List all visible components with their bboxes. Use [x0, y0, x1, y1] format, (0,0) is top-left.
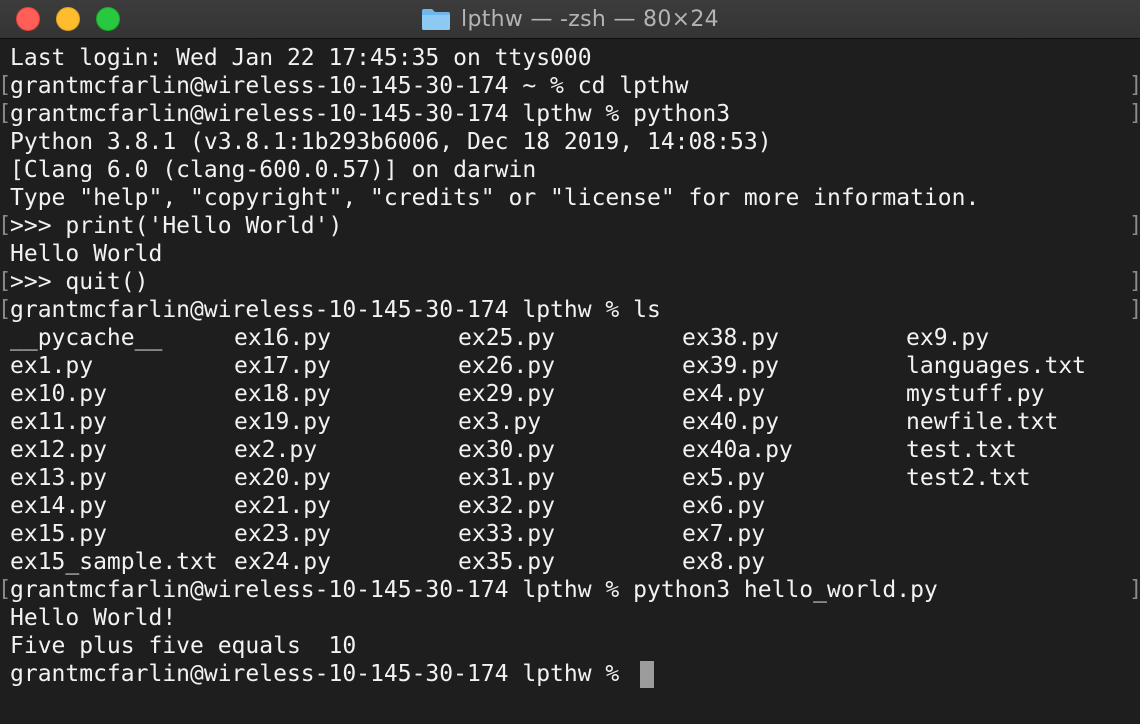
file-entry: ex29.py [458, 381, 555, 407]
file-entry: ex31.py [458, 465, 555, 491]
file-entry: mystuff.py [906, 381, 1045, 407]
file-entry: ex11.py [10, 409, 107, 435]
prompt-line: grantmcfarlin@wireless-10-145-30-174 lpt… [10, 661, 634, 687]
mark-bracket-right: ] [1129, 296, 1140, 324]
file-entry: ex8.py [682, 549, 766, 575]
terminal-line: Last login: Wed Jan 22 17:45:35 on ttys0… [10, 45, 592, 71]
folder-icon [421, 7, 451, 31]
terminal-line: grantmcfarlin@wireless-10-145-30-174 ~ %… [10, 73, 689, 99]
title-bar[interactable]: lpthw — -zsh — 80×24 [0, 0, 1140, 39]
file-entry: ex35.py [458, 549, 555, 575]
file-entry: test2.txt [906, 465, 1031, 491]
file-entry: __pycache__ [10, 325, 163, 351]
file-entry: ex30.py [458, 437, 555, 463]
file-entry: ex15_sample.txt [10, 549, 218, 575]
file-entry: ex39.py [682, 353, 779, 379]
file-entry: test.txt [906, 437, 1017, 463]
terminal-line: [Clang 6.0 (clang-600.0.57)] on darwin [10, 157, 537, 183]
terminal-line: Hello World [10, 241, 163, 267]
file-entry: ex24.py [234, 549, 331, 575]
file-entry: ex13.py [10, 465, 107, 491]
file-entry: ex33.py [458, 521, 555, 547]
file-entry: ex2.py [234, 437, 318, 463]
file-entry: ex3.py [458, 409, 542, 435]
file-entry: ex20.py [234, 465, 331, 491]
file-entry: ex16.py [234, 325, 331, 351]
file-entry: ex38.py [682, 325, 779, 351]
terminal-output[interactable]: Last login: Wed Jan 22 17:45:35 on ttys0… [0, 44, 1140, 724]
file-entry: ex7.py [682, 521, 766, 547]
window-title-area: lpthw — -zsh — 80×24 [0, 0, 1140, 38]
file-entry: newfile.txt [906, 409, 1059, 435]
file-entry: ex6.py [682, 493, 766, 519]
window-title: lpthw — -zsh — 80×24 [461, 6, 719, 32]
terminal-line: Five plus five equals 10 [10, 633, 357, 659]
file-entry: ex10.py [10, 381, 107, 407]
file-entry: ex26.py [458, 353, 555, 379]
file-entry: ex1.py [10, 353, 94, 379]
file-entry: ex15.py [10, 521, 107, 547]
file-entry: ex18.py [234, 381, 331, 407]
terminal-line: >>> quit() [10, 269, 149, 295]
terminal-line: Hello World! [10, 605, 177, 631]
file-entry: ex40.py [682, 409, 779, 435]
mark-bracket-right: ] [1129, 100, 1140, 128]
file-entry: ex4.py [682, 381, 766, 407]
file-entry: ex40a.py [682, 437, 793, 463]
file-entry: ex5.py [682, 465, 766, 491]
terminal-window: lpthw — -zsh — 80×24 Last login: Wed Jan… [0, 0, 1140, 724]
mark-bracket-right: ] [1129, 72, 1140, 100]
file-entry: ex25.py [458, 325, 555, 351]
terminal-line: grantmcfarlin@wireless-10-145-30-174 lpt… [10, 297, 661, 323]
file-entry: ex21.py [234, 493, 331, 519]
terminal-line: grantmcfarlin@wireless-10-145-30-174 lpt… [10, 577, 938, 603]
terminal-line: Python 3.8.1 (v3.8.1:1b293b6006, Dec 18 … [10, 129, 772, 155]
mark-bracket-right: ] [1129, 576, 1140, 604]
file-entry: ex32.py [458, 493, 555, 519]
terminal-line: grantmcfarlin@wireless-10-145-30-174 lpt… [10, 101, 731, 127]
file-entry: ex14.py [10, 493, 107, 519]
mark-bracket-right: ] [1129, 212, 1140, 240]
file-entry: ex17.py [234, 353, 331, 379]
file-entry: languages.txt [906, 353, 1087, 379]
text-cursor [640, 661, 654, 688]
mark-bracket-right: ] [1129, 268, 1140, 296]
file-entry: ex12.py [10, 437, 107, 463]
terminal-line: Type "help", "copyright", "credits" or "… [10, 185, 980, 211]
file-entry: ex9.py [906, 325, 990, 351]
terminal-line: >>> print('Hello World') [10, 213, 343, 239]
file-entry: ex23.py [234, 521, 331, 547]
file-entry: ex19.py [234, 409, 331, 435]
